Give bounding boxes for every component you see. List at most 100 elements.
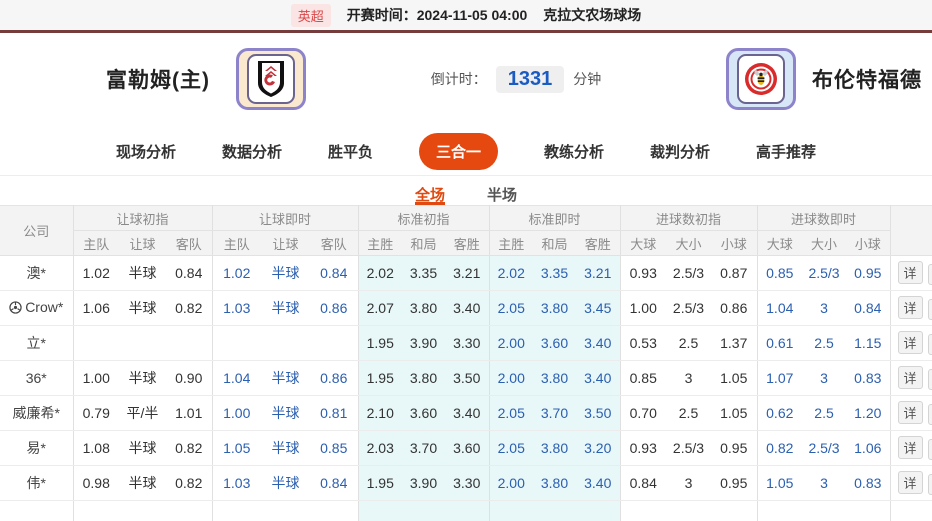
odds-cell: 0.82 (166, 430, 212, 466)
table-row: 立* 1.95 3.90 3.30 2.00 3.60 3.40 0.53 2.5 1.37 0.6… (0, 325, 932, 361)
odds-cell: 2.5/3 (802, 255, 847, 291)
odds-cell (756, 500, 803, 521)
odds-cell: 0.61 (756, 325, 803, 361)
col-header: 让球 (261, 230, 310, 256)
company-header: 公司 (0, 205, 73, 256)
countdown-value: 1331 (495, 65, 565, 93)
odds-cell: 0.93 (619, 430, 666, 466)
nav-tab-1[interactable]: 数据分析 (222, 141, 282, 162)
nav-tab-2[interactable]: 胜平负 (328, 141, 373, 162)
detail-button[interactable]: 详 (897, 366, 923, 390)
more-button-partial[interactable] (927, 438, 932, 460)
nav-tab-4[interactable]: 教练分析 (544, 141, 604, 162)
odds-cell (310, 500, 358, 521)
col-header: 大球 (756, 230, 803, 256)
more-button-partial[interactable] (927, 263, 932, 285)
odds-cell (576, 500, 620, 521)
odds-cell: 1.04 (756, 290, 803, 326)
detail-button[interactable]: 详 (897, 261, 923, 285)
more-button-partial[interactable] (927, 403, 932, 425)
odds-cell: 3.80 (533, 430, 576, 466)
odds-cell: 半球 (261, 290, 310, 326)
odds-cell: 2.5 (802, 325, 847, 361)
table-row-partial (0, 500, 932, 521)
detail-button[interactable]: 详 (897, 296, 923, 320)
odds-cell: 1.05 (211, 430, 261, 466)
odds-cell: 3.50 (445, 360, 489, 396)
odds-cell (119, 325, 166, 361)
soccer-ball-icon (9, 301, 22, 317)
kickoff-value: 2024-11-05 04:00 (416, 7, 528, 23)
odds-cell: 3.80 (533, 465, 576, 501)
odds-cell: 0.90 (166, 360, 212, 396)
company-cell: 易* (0, 430, 73, 466)
odds-cell: 1.00 (619, 290, 666, 326)
more-button-partial[interactable] (927, 368, 932, 390)
odds-cell: 0.86 (310, 290, 358, 326)
odds-cell: 0.70 (619, 395, 666, 431)
odds-cell: 1.03 (211, 290, 261, 326)
odds-cell (666, 500, 711, 521)
fulham-crest-icon (247, 54, 295, 104)
match-header: 富勒姆(主) 倒计时： 1331 分钟 布伦特福德 (0, 33, 932, 125)
odds-cell: 0.86 (310, 360, 358, 396)
odds-cell: 2.5/3 (666, 255, 711, 291)
nav-tab-0[interactable]: 现场分析 (116, 141, 176, 162)
nav-tab-6[interactable]: 高手推荐 (756, 141, 816, 162)
action-cell (889, 500, 932, 521)
sub-tab-1[interactable]: 半场 (487, 184, 517, 205)
col-header: 主队 (72, 230, 119, 256)
home-team-block: 富勒姆(主) (0, 48, 306, 110)
odds-cell: 2.00 (488, 360, 533, 396)
away-team-name: 布伦特福德 (812, 69, 922, 92)
odds-cell: 0.84 (846, 290, 891, 326)
action-cell: 详 (889, 430, 932, 466)
odds-cell (533, 500, 576, 521)
more-button-partial[interactable] (927, 298, 932, 320)
company-cell: 立* (0, 325, 73, 361)
detail-button[interactable]: 详 (897, 471, 923, 495)
detail-button[interactable]: 详 (897, 436, 923, 460)
odds-cell: 3.40 (576, 465, 620, 501)
action-cell: 详 (889, 325, 932, 361)
odds-cell: 1.00 (211, 395, 261, 431)
odds-cell: 3.80 (533, 360, 576, 396)
odds-cell (166, 500, 212, 521)
more-button-partial[interactable] (927, 333, 932, 355)
odds-cell: 2.05 (488, 290, 533, 326)
top-info-bar: 英超 开赛时间：2024-11-05 04:00 克拉文农场球场 (0, 0, 932, 30)
action-cell: 详 (889, 360, 932, 396)
odds-cell: 0.86 (711, 290, 758, 326)
home-team-name: 富勒姆(主) (106, 69, 210, 92)
odds-cell (211, 325, 261, 361)
nav-tab-3[interactable]: 三合一 (418, 132, 498, 170)
away-team-badge (726, 48, 796, 110)
odds-cell: 3.60 (533, 325, 576, 361)
odds-cell: 0.81 (310, 395, 358, 431)
action-cell: 详 (889, 255, 932, 291)
table-row: 易* 1.08 半球 0.82 1.05 半球 0.85 2.03 3.70 3.60 2.05 3.… (0, 430, 932, 466)
action-cell: 详 (889, 395, 932, 431)
odds-cell (72, 500, 119, 521)
odds-cell: 2.07 (357, 290, 402, 326)
odds-cell: 2.5 (666, 395, 711, 431)
detail-button[interactable]: 详 (897, 401, 923, 425)
odds-cell: 3.30 (445, 465, 489, 501)
odds-cell: 3 (802, 465, 847, 501)
odds-cell: 3.40 (576, 360, 620, 396)
more-button-partial[interactable] (927, 473, 932, 495)
sub-tab-0[interactable]: 全场 (414, 184, 445, 205)
company-cell: 伟* (0, 465, 73, 501)
odds-cell: 1.06 (846, 430, 891, 466)
odds-cell: 半球 (119, 290, 166, 326)
odds-cell: 0.84 (310, 255, 358, 291)
detail-button[interactable]: 详 (897, 331, 923, 355)
odds-cell: 3.60 (402, 395, 445, 431)
col-header: 和局 (402, 230, 445, 256)
nav-tab-5[interactable]: 裁判分析 (650, 141, 710, 162)
odds-cell: 0.82 (166, 465, 212, 501)
action-header (889, 205, 932, 256)
table-row: 伟* 0.98 半球 0.82 1.03 半球 0.84 1.95 3.90 3.30 2.00 3.… (0, 465, 932, 501)
col-header: 主队 (211, 230, 261, 256)
group-header-3: 标准即时 (488, 205, 620, 231)
